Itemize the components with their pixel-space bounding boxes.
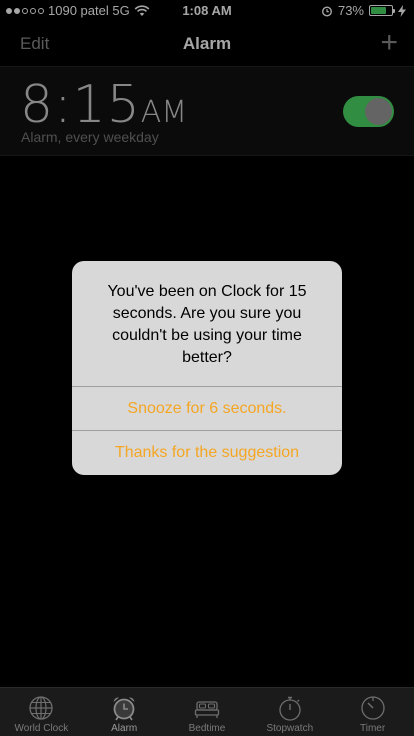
tab-stopwatch[interactable]: Stopwatch [248, 688, 331, 736]
tab-label: Alarm [111, 723, 138, 734]
tab-world-clock[interactable]: World Clock [0, 688, 83, 736]
timer-icon [360, 696, 385, 720]
tab-bar: World Clock Alarm Bedtime Stopwatch Time… [0, 687, 414, 736]
snooze-button[interactable]: Snooze for 6 seconds. [72, 386, 342, 430]
tab-label: Stopwatch [266, 723, 314, 734]
alarm-clock-icon [113, 697, 135, 721]
globe-icon [29, 696, 54, 720]
alert-message: You've been on Clock for 15 seconds. Are… [107, 283, 307, 366]
stopwatch-icon [279, 696, 301, 721]
bed-icon [194, 701, 220, 718]
thanks-button[interactable]: Thanks for the suggestion [72, 430, 342, 474]
tab-label: Bedtime [188, 723, 226, 734]
tab-label: Timer [359, 723, 386, 734]
alert-dialog: You've been on Clock for 15 seconds. Are… [72, 261, 342, 475]
tab-bedtime[interactable]: Bedtime [166, 688, 249, 736]
tab-label: World Clock [14, 723, 69, 734]
tab-timer[interactable]: Timer [331, 688, 414, 736]
tab-alarm[interactable]: Alarm [83, 688, 166, 736]
